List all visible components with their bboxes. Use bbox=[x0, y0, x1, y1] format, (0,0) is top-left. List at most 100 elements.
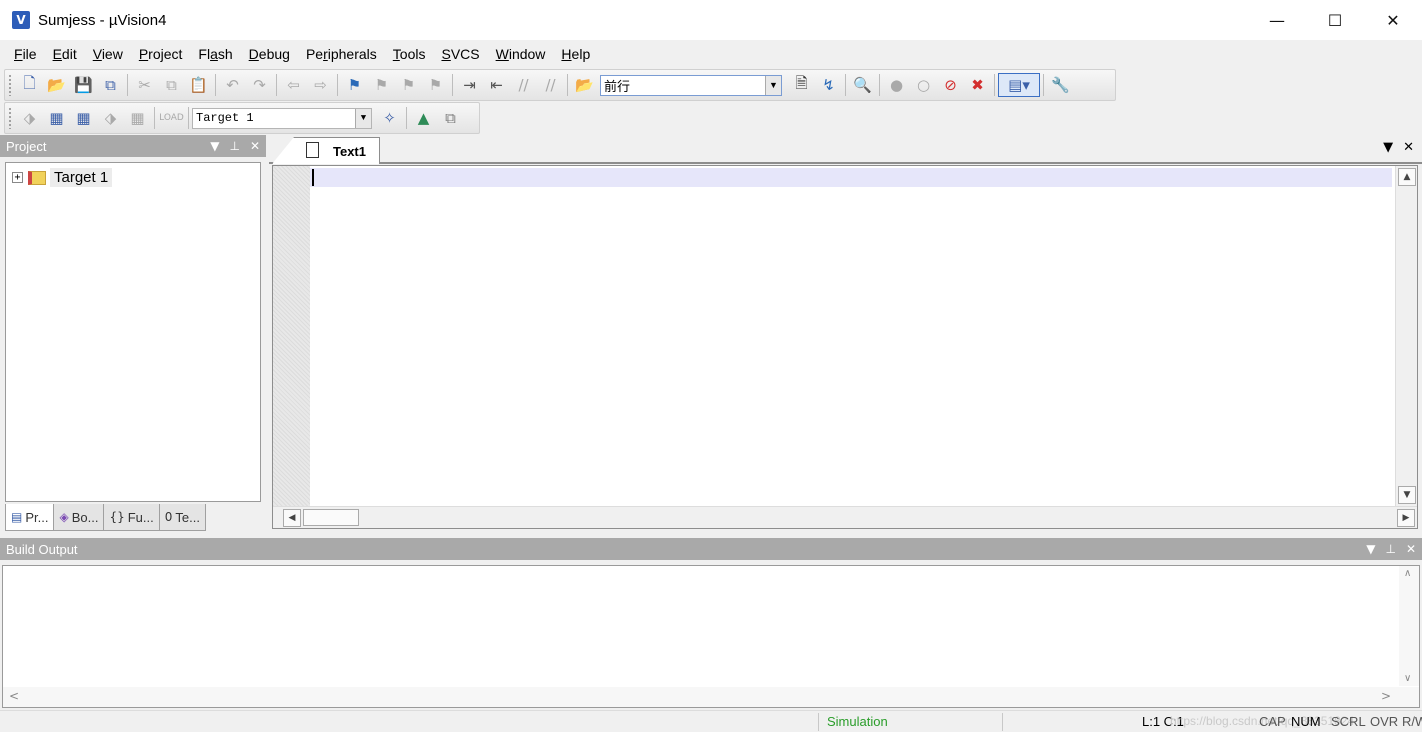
find-combo[interactable]: 前行 ▼ bbox=[600, 74, 782, 96]
maximize-button[interactable]: ☐ bbox=[1306, 0, 1364, 40]
editor-horizontal-scrollbar[interactable]: ◀ ▶ bbox=[273, 506, 1417, 528]
scroll-right-icon[interactable]: ▶ bbox=[1397, 509, 1415, 527]
combo-arrow-icon[interactable]: ▼ bbox=[355, 108, 371, 128]
menu-project[interactable]: Project bbox=[131, 46, 191, 62]
dropdown-icon[interactable]: ▼ bbox=[1366, 542, 1375, 556]
pin-icon[interactable]: ⊥ bbox=[229, 139, 239, 153]
cut-icon[interactable]: ✂ bbox=[131, 73, 158, 97]
editor-close-icon[interactable]: ✕ bbox=[1403, 140, 1414, 155]
expand-icon[interactable]: + bbox=[12, 172, 23, 183]
text-editor[interactable]: ▲ ▼ ◀ ▶ bbox=[272, 165, 1418, 529]
target-select-value: Target 1 bbox=[196, 111, 254, 125]
toolbar-separator bbox=[452, 74, 453, 96]
target-select[interactable]: Target 1 ▼ bbox=[192, 107, 372, 129]
close-icon[interactable]: ✕ bbox=[1406, 542, 1416, 556]
status-ovr: OVR bbox=[1370, 714, 1399, 729]
clear-bookmarks-icon[interactable]: ⚑ bbox=[422, 73, 449, 97]
menu-help[interactable]: Help bbox=[553, 46, 598, 62]
close-icon[interactable]: ✕ bbox=[250, 139, 260, 153]
menu-file[interactable]: File bbox=[6, 46, 45, 62]
menu-tools[interactable]: Tools bbox=[385, 46, 434, 62]
menu-edit[interactable]: Edit bbox=[45, 46, 85, 62]
project-window-icon: ▤ bbox=[11, 510, 23, 524]
redo-icon[interactable]: ↷ bbox=[246, 73, 273, 97]
uncomment-icon[interactable]: // bbox=[537, 73, 564, 97]
toolbar-separator bbox=[845, 74, 846, 96]
toolbar-grip[interactable] bbox=[8, 74, 12, 96]
new-file-icon[interactable]: 🗋 bbox=[16, 73, 43, 97]
scroll-down-icon[interactable]: ▼ bbox=[1398, 486, 1416, 504]
navigate-forward-icon[interactable]: ⇨ bbox=[307, 73, 334, 97]
comment-icon[interactable]: // bbox=[510, 73, 537, 97]
menu-peripherals[interactable]: Peripherals bbox=[298, 46, 385, 62]
build-horizontal-scrollbar[interactable]: < > bbox=[3, 687, 1419, 707]
scroll-left-icon[interactable]: ◀ bbox=[283, 509, 301, 527]
menu-svcs[interactable]: SVCS bbox=[433, 46, 487, 62]
batch-build-icon[interactable]: ⬗ bbox=[97, 106, 124, 130]
tab-books[interactable]: ◈ Bo... bbox=[53, 504, 105, 531]
editor-vertical-scrollbar[interactable]: ▲ ▼ bbox=[1395, 166, 1417, 506]
download-load-icon[interactable]: LOAD bbox=[158, 106, 185, 130]
tab-text1[interactable]: Text1 bbox=[272, 137, 380, 164]
minimize-button[interactable]: — bbox=[1248, 0, 1306, 40]
incremental-find-icon[interactable]: ↯ bbox=[815, 73, 842, 97]
configure-icon[interactable]: 🔧 bbox=[1047, 73, 1074, 97]
tab-templates[interactable]: 0 Te... bbox=[158, 504, 206, 531]
undo-icon[interactable]: ↶ bbox=[219, 73, 246, 97]
save-icon[interactable]: 💾 bbox=[70, 73, 97, 97]
menu-window[interactable]: Window bbox=[488, 46, 554, 62]
project-panel-header: Project ▼ ⊥ ✕ bbox=[0, 135, 266, 157]
toolbar-grip[interactable] bbox=[8, 107, 12, 129]
build-icon[interactable]: ▦ bbox=[43, 106, 70, 130]
scroll-up-icon[interactable]: ▲ bbox=[1398, 168, 1416, 186]
find-icon[interactable]: 🗎 bbox=[788, 73, 815, 97]
open-file-icon[interactable]: 📂 bbox=[43, 73, 70, 97]
build-output-title: Build Output bbox=[6, 541, 78, 557]
build-vertical-scrollbar[interactable]: ∧ ∨ bbox=[1399, 566, 1419, 686]
copy-icon[interactable]: ⧉ bbox=[158, 73, 185, 97]
unindent-icon[interactable]: ⇤ bbox=[483, 73, 510, 97]
indent-icon[interactable]: ⇥ bbox=[456, 73, 483, 97]
window-layout-dropdown-icon[interactable]: ▤▾ bbox=[998, 73, 1040, 97]
scroll-down-icon[interactable]: ∨ bbox=[1404, 673, 1411, 684]
translate-icon[interactable]: ⬗ bbox=[16, 106, 43, 130]
start-debug-icon[interactable]: 🔍 bbox=[849, 73, 876, 97]
menu-debug[interactable]: Debug bbox=[241, 46, 298, 62]
editor-gutter[interactable] bbox=[273, 166, 310, 506]
kill-all-breakpoints-icon[interactable]: ✖ bbox=[964, 73, 991, 97]
previous-bookmark-icon[interactable]: ⚑ bbox=[368, 73, 395, 97]
tab-functions[interactable]: {} Fu... bbox=[103, 504, 160, 531]
paste-icon[interactable]: 📋 bbox=[185, 73, 212, 97]
insert-bookmark-icon[interactable]: ⚑ bbox=[341, 73, 368, 97]
horizontal-scroll-thumb[interactable] bbox=[303, 509, 359, 526]
stop-build-icon[interactable]: ▦ bbox=[124, 106, 151, 130]
select-packs-icon[interactable]: ⧉ bbox=[437, 106, 464, 130]
scroll-left-icon[interactable]: < bbox=[9, 689, 19, 703]
save-all-icon[interactable]: ⧉ bbox=[97, 73, 124, 97]
tree-item-target[interactable]: + Target 1 bbox=[12, 168, 113, 187]
toolbar-separator bbox=[337, 74, 338, 96]
next-bookmark-icon[interactable]: ⚑ bbox=[395, 73, 422, 97]
tab-text1-label: Text1 bbox=[333, 143, 366, 159]
title-bar: V Sumjess - µVision4 — ☐ ✕ bbox=[0, 0, 1422, 40]
scroll-right-icon[interactable]: > bbox=[1381, 689, 1391, 703]
combo-arrow-icon[interactable]: ▼ bbox=[765, 75, 781, 95]
close-window-button[interactable]: ✕ bbox=[1364, 0, 1422, 40]
dropdown-icon[interactable]: ▼ bbox=[210, 139, 219, 153]
menu-view[interactable]: View bbox=[85, 46, 131, 62]
target-options-icon[interactable]: ✧ bbox=[376, 106, 403, 130]
disable-all-breakpoints-icon[interactable]: ⊘ bbox=[937, 73, 964, 97]
manage-components-icon[interactable]: ▲ bbox=[410, 106, 437, 130]
editor-dropdown-icon[interactable]: ▼ bbox=[1383, 140, 1393, 155]
scroll-up-icon[interactable]: ∧ bbox=[1404, 568, 1411, 579]
find-in-files-icon[interactable]: 📂 bbox=[571, 73, 598, 97]
build-output-text[interactable]: ∧ ∨ < > bbox=[2, 565, 1420, 708]
pin-icon[interactable]: ⊥ bbox=[1385, 542, 1395, 556]
enable-breakpoint-icon[interactable]: ○ bbox=[910, 73, 937, 97]
toolbar-separator bbox=[879, 74, 880, 96]
navigate-back-icon[interactable]: ⇦ bbox=[280, 73, 307, 97]
rebuild-icon[interactable]: ▦ bbox=[70, 106, 97, 130]
insert-breakpoint-icon[interactable]: ● bbox=[883, 73, 910, 97]
tab-project[interactable]: ▤ Pr... bbox=[5, 504, 55, 531]
menu-flash[interactable]: Flash bbox=[190, 46, 240, 62]
